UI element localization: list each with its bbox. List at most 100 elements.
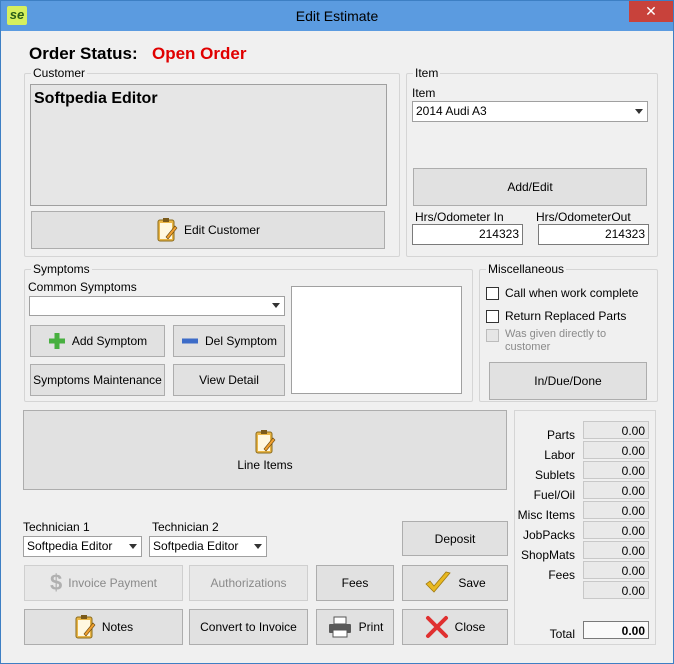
call-when-complete-row[interactable]: Call when work complete (486, 286, 638, 300)
save-button[interactable]: Save (402, 565, 508, 601)
fuel-oil-value: 0.00 (583, 481, 649, 499)
print-label: Print (358, 620, 384, 634)
odometer-out-input[interactable]: 214323 (538, 224, 649, 245)
notepad-pencil-icon (157, 218, 178, 242)
totals-panel: Parts 0.00 Labor 0.00 Sublets 0.00 Fuel/… (514, 410, 656, 645)
minus-icon (181, 338, 198, 344)
print-button[interactable]: Print (316, 609, 394, 645)
chevron-down-icon (272, 303, 280, 308)
save-label: Save (458, 576, 486, 590)
technician-2-value: Softpedia Editor (153, 539, 239, 553)
deposit-button[interactable]: Deposit (402, 521, 508, 556)
technician-2-label: Technician 2 (152, 520, 219, 534)
common-symptoms-select[interactable] (29, 296, 285, 316)
technician-1-value: Softpedia Editor (27, 539, 113, 553)
technician-1-select[interactable]: Softpedia Editor (23, 536, 142, 557)
return-parts-label: Return Replaced Parts (505, 309, 627, 323)
close-button[interactable]: Close (402, 609, 508, 645)
red-x-icon (425, 616, 448, 638)
jobpacks-label: JobPacks (522, 528, 575, 542)
odometer-in-label: Hrs/Odometer In (415, 210, 504, 224)
dollar-icon: $ (50, 570, 63, 595)
common-symptoms-label: Common Symptoms (28, 280, 137, 294)
technician-1-label: Technician 1 (23, 520, 90, 534)
given-directly-label: Was given directly to customer (505, 328, 607, 353)
add-symptom-button[interactable]: Add Symptom (30, 325, 165, 357)
misc-items-value: 0.00 (583, 501, 649, 519)
fuel-oil-label: Fuel/Oil (533, 488, 575, 502)
call-when-complete-checkbox[interactable] (486, 287, 499, 300)
item-group-label: Item (413, 66, 441, 80)
notepad-pencil-icon (255, 429, 276, 453)
customer-info-box: Softpedia Editor (30, 84, 387, 206)
labor-label: Labor (544, 448, 575, 462)
chevron-down-icon (635, 108, 643, 114)
symptoms-maintenance-button[interactable]: Symptoms Maintenance (30, 364, 165, 396)
close-icon: ✕ (645, 3, 657, 19)
invoice-payment-label: Invoice Payment (68, 576, 157, 590)
given-directly-checkbox (486, 329, 499, 342)
del-symptom-button[interactable]: Del Symptom (173, 325, 285, 357)
sublets-label: Sublets (534, 468, 575, 482)
jobpacks-value: 0.00 (583, 521, 649, 539)
del-symptom-label: Del Symptom (204, 334, 278, 348)
checkmark-icon (425, 571, 452, 593)
edit-estimate-window: se Edit Estimate ✕ Order Status: Open Or… (0, 0, 674, 664)
convert-to-invoice-button[interactable]: Convert to Invoice (189, 609, 308, 645)
edit-customer-button[interactable]: Edit Customer (31, 211, 385, 249)
shopmats-label: ShopMats (520, 548, 575, 562)
window-title: Edit Estimate (295, 8, 379, 24)
return-parts-checkbox[interactable] (486, 310, 499, 323)
authorizations-button: Authorizations (189, 565, 308, 601)
line-items-button[interactable]: Line Items (23, 410, 507, 490)
symptoms-group: Symptoms Common Symptoms Add Symptom Del… (24, 262, 473, 402)
customer-name: Softpedia Editor (34, 90, 158, 107)
labor-value: 0.00 (583, 441, 649, 459)
window-close-button[interactable]: ✕ (629, 1, 673, 22)
view-detail-button[interactable]: View Detail (173, 364, 285, 396)
parts-label: Parts (546, 428, 575, 442)
close-label: Close (454, 620, 486, 634)
miscellaneous-group-label: Miscellaneous (486, 262, 567, 276)
chevron-down-icon (254, 543, 262, 549)
symptoms-list[interactable] (291, 286, 462, 394)
add-symptom-label: Add Symptom (71, 334, 148, 348)
notes-button[interactable]: Notes (24, 609, 183, 645)
fees-label: Fees (548, 568, 575, 582)
item-group: Item Item 2014 Audi A3 Add/Edit Hrs/Odom… (406, 66, 658, 257)
symptoms-group-label: Symptoms (31, 262, 92, 276)
plus-icon (48, 333, 65, 349)
title-bar[interactable]: se Edit Estimate ✕ (1, 1, 673, 31)
odometer-in-input[interactable]: 214323 (412, 224, 523, 245)
sublets-value: 0.00 (583, 461, 649, 479)
form-body: Order Status: Open Order Customer Softpe… (9, 31, 665, 657)
customer-group-label: Customer (31, 66, 88, 80)
invoice-payment-button: $ Invoice Payment (24, 565, 183, 601)
order-status-value: Open Order (152, 44, 247, 63)
shopmats-value: 0.00 (583, 541, 649, 559)
notepad-pencil-icon (75, 615, 96, 639)
in-due-done-button[interactable]: In/Due/Done (489, 362, 647, 400)
edit-customer-label: Edit Customer (183, 223, 261, 237)
odometer-out-label: Hrs/OdometerOut (536, 210, 631, 224)
miscellaneous-group: Miscellaneous Call when work complete Re… (479, 262, 658, 402)
technician-2-select[interactable]: Softpedia Editor (149, 536, 267, 557)
return-parts-row[interactable]: Return Replaced Parts (486, 309, 626, 323)
item-field-label: Item (412, 86, 436, 100)
chevron-down-icon (129, 543, 137, 549)
total-label: Total (549, 627, 575, 641)
add-edit-item-button[interactable]: Add/Edit (413, 168, 647, 206)
parts-value: 0.00 (583, 421, 649, 439)
customer-group: Customer Softpedia Editor Edit Customer (24, 66, 400, 257)
fees-value: 0.00 (583, 561, 649, 579)
line-items-label: Line Items (237, 457, 293, 472)
item-selected-value: 2014 Audi A3 (416, 104, 487, 118)
printer-icon (328, 616, 351, 638)
given-directly-row: Was given directly to customer (486, 328, 614, 354)
notes-label: Notes (101, 620, 134, 634)
fees-button[interactable]: Fees (316, 565, 394, 601)
extra-value: 0.00 (583, 581, 649, 599)
order-status-label: Order Status: (29, 44, 138, 63)
item-select[interactable]: 2014 Audi A3 (412, 101, 648, 122)
call-when-complete-label: Call when work complete (505, 286, 639, 300)
